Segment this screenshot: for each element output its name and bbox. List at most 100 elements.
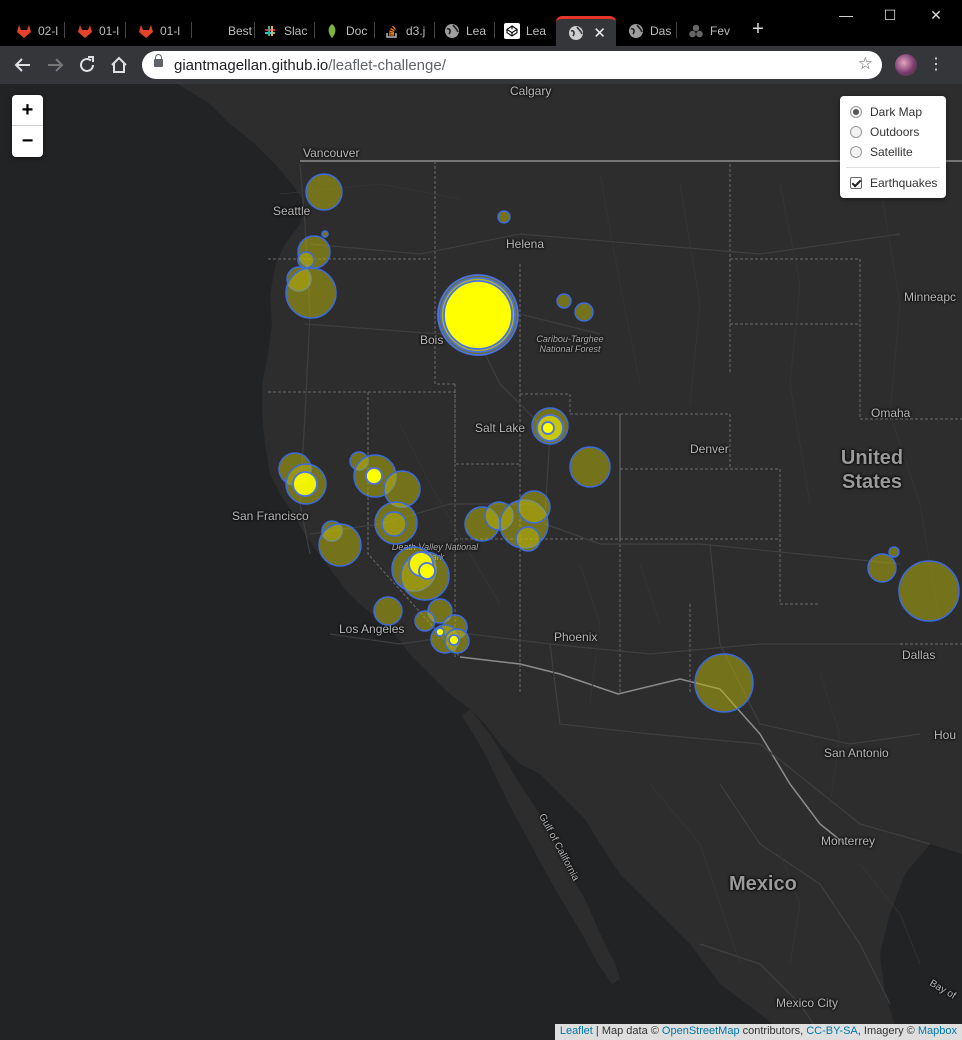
map-label-salt-lake: Salt Lake: [475, 421, 526, 435]
tab-gitlab-1[interactable]: 02-l: [4, 16, 62, 46]
layer-divider: [846, 167, 940, 168]
globe-icon: [568, 25, 584, 41]
url-path: /leaflet-challenge/: [328, 57, 446, 74]
tab-dashboard[interactable]: Das: [616, 16, 676, 46]
map-label-death-valley: Death Valley National Park: [385, 542, 485, 562]
close-window-button[interactable]: ✕: [913, 4, 959, 26]
slack-icon: [262, 23, 278, 39]
overlay-earthquakes[interactable]: Earthquakes: [850, 176, 937, 190]
tab-close-icon[interactable]: ✕: [593, 24, 606, 42]
layer-label: Earthquakes: [870, 176, 938, 190]
tab-leaflet-2[interactable]: Lea: [492, 16, 554, 46]
layer-control: Dark Map Outdoors Satellite Earthquakes: [840, 96, 946, 198]
arrow-left-icon: [14, 58, 30, 72]
base-layer-outdoors[interactable]: Outdoors: [850, 125, 919, 139]
checkbox[interactable]: [850, 177, 862, 189]
attribution-text: | Map data ©: [592, 1025, 662, 1037]
minimize-button[interactable]: —: [823, 4, 869, 26]
tab-d3[interactable]: d3.j: [372, 16, 432, 46]
map-label-mexico-city: Mexico City: [776, 996, 839, 1010]
map-label-united-states: United States: [832, 446, 912, 494]
map-label-line: Park: [425, 552, 445, 562]
browser-tab-strip: 02-l 01-l 01-l Best Slac Doc d3.j Lea Le…: [0, 0, 962, 46]
tab-fever[interactable]: Fev: [676, 16, 736, 46]
radio-button[interactable]: [850, 146, 862, 158]
tab-label: 01-l: [99, 24, 120, 38]
stackoverflow-icon: [384, 23, 400, 39]
url-host: giantmagellan.github.io: [174, 57, 329, 74]
globe-icon: [628, 23, 644, 39]
osm-link[interactable]: OpenStreetMap: [662, 1025, 740, 1037]
layer-label: Dark Map: [870, 105, 923, 119]
forward-button[interactable]: [44, 54, 66, 76]
map-label-line: Death Valley National: [391, 542, 479, 552]
map-label-seattle: Seattle: [273, 204, 311, 218]
new-tab-button[interactable]: +: [747, 18, 769, 41]
gitlab-icon: [138, 23, 154, 39]
map-label-boise: Bois: [420, 333, 444, 347]
map-label-san-francisco: San Francisco: [232, 509, 309, 523]
map-label-helena: Helena: [506, 237, 545, 251]
tab-label: Das: [650, 24, 672, 38]
codepen-icon: [504, 23, 520, 39]
profile-avatar[interactable]: [895, 54, 917, 76]
zoom-in-button[interactable]: +: [12, 95, 43, 126]
tab-doc[interactable]: Doc: [312, 16, 372, 46]
base-layer-satellite[interactable]: Satellite: [850, 145, 913, 159]
home-button[interactable]: [108, 54, 130, 76]
base-layer-dark-map[interactable]: Dark Map: [850, 105, 922, 119]
map-label-line: United: [840, 447, 904, 469]
tab-slack[interactable]: Slac: [250, 16, 310, 46]
tab-label: 01-l: [160, 24, 181, 38]
map-label-line: States: [841, 471, 903, 493]
tab-gitlab-3[interactable]: 01-l: [126, 16, 186, 46]
map-label-caribou-targhee: Caribou-Targhee National Forest: [530, 334, 610, 354]
map-label-calgary: Calgary: [510, 84, 552, 98]
globe-icon: [444, 23, 460, 39]
zoom-control: + −: [12, 95, 43, 157]
zoom-out-button[interactable]: −: [12, 126, 43, 157]
gitlab-icon: [77, 23, 93, 39]
radio-button[interactable]: [850, 126, 862, 138]
tab-gitlab-2[interactable]: 01-l: [65, 16, 123, 46]
map-label-denver: Denver: [690, 442, 729, 456]
bookmark-star-icon[interactable]: ☆: [858, 54, 873, 74]
lock-icon: [154, 54, 163, 67]
map-label-monterrey: Monterrey: [821, 834, 876, 848]
map-label-line: Caribou-Targhee: [536, 334, 604, 344]
leaflet-map[interactable]: Calgary Vancouver Seattle Helena Minneap…: [0, 84, 962, 1040]
tab-label: Best: [228, 24, 252, 38]
tab-label: Fev: [710, 24, 731, 38]
back-button[interactable]: [12, 54, 34, 76]
cluster-icon: [688, 23, 704, 39]
browser-menu-button[interactable]: ⋮: [928, 54, 944, 74]
leaf-icon: [324, 23, 340, 39]
tab-label: Lea: [526, 24, 547, 38]
address-bar[interactable]: giantmagellan.github.io/leaflet-challeng…: [142, 51, 882, 79]
tab-leaflet-challenge-active[interactable]: ✕: [556, 16, 616, 46]
reload-button[interactable]: [76, 54, 98, 76]
map-label-dallas: Dallas: [902, 648, 936, 662]
tab-best[interactable]: Best: [194, 16, 252, 46]
maximize-button[interactable]: ☐: [867, 4, 913, 26]
map-label-phoenix: Phoenix: [554, 630, 598, 644]
leaflet-link[interactable]: Leaflet: [560, 1025, 593, 1037]
tab-label: Slac: [284, 24, 308, 38]
tab-leaflet-1[interactable]: Lea: [432, 16, 494, 46]
tab-label: Lea: [466, 24, 487, 38]
tab-label: d3.j: [406, 24, 426, 38]
radio-button[interactable]: [850, 106, 862, 118]
attribution-text: contributors,: [739, 1025, 807, 1037]
map-label-mexico: Mexico: [729, 873, 797, 895]
tab-label: Doc: [346, 24, 368, 38]
license-link[interactable]: CC-BY-SA: [806, 1025, 858, 1037]
mapbox-link[interactable]: Mapbox: [918, 1025, 957, 1037]
dark-basemap: [0, 84, 962, 1040]
map-label-line: National Forest: [539, 344, 601, 354]
blank-icon: [206, 23, 222, 39]
layer-label: Satellite: [870, 145, 913, 159]
attribution-text: , Imagery ©: [857, 1025, 918, 1037]
map-label-omaha: Omaha: [871, 406, 911, 420]
map-attribution: Leaflet | Map data © OpenStreetMap contr…: [554, 1024, 962, 1040]
layer-label: Outdoors: [870, 125, 920, 139]
